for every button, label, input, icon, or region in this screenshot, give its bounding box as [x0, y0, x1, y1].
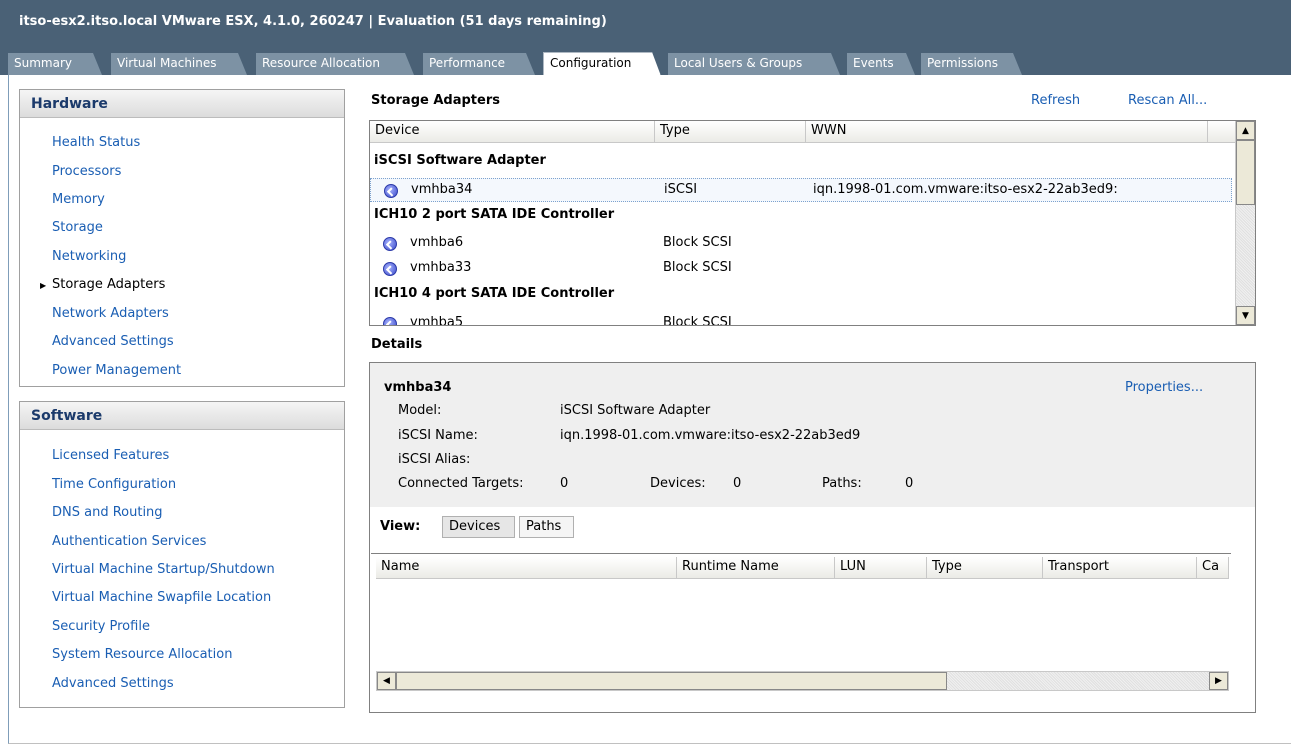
- nav-software-advanced-settings[interactable]: Advanced Settings: [52, 676, 174, 691]
- view-paths-button[interactable]: Paths: [519, 516, 574, 538]
- adapter-wwn: iqn.1998-01.com.vmware:itso-esx2-22ab3ed…: [813, 182, 1118, 197]
- adapter-row-vmhba33[interactable]: vmhba33 Block SCSI: [370, 257, 1232, 281]
- col-type[interactable]: Type: [655, 121, 806, 143]
- devices-horizontal-scrollbar[interactable]: ◀ ▶: [376, 671, 1229, 691]
- hardware-header: Hardware: [20, 90, 344, 118]
- adapter-type: Block SCSI: [663, 315, 732, 326]
- nav-health-status[interactable]: Health Status: [52, 135, 140, 150]
- col-lun[interactable]: LUN: [835, 557, 927, 579]
- scroll-up-icon[interactable]: ▲: [1236, 121, 1255, 140]
- tab-performance[interactable]: Performance: [423, 53, 535, 75]
- col-device[interactable]: Device: [370, 121, 655, 143]
- window-title: itso-esx2.itso.local VMware ESX, 4.1.0, …: [19, 14, 607, 29]
- scroll-thumb[interactable]: [1236, 140, 1255, 205]
- nav-time-configuration[interactable]: Time Configuration: [52, 477, 176, 492]
- adapter-device: vmhba5: [410, 315, 464, 326]
- view-label: View:: [380, 519, 421, 534]
- nav-advanced-settings[interactable]: Advanced Settings: [52, 334, 174, 349]
- connected-targets-label: Connected Targets:: [398, 476, 524, 491]
- storage-adapters-list: Device Type WWN iSCSI Software Adapter v…: [369, 120, 1256, 326]
- nav-network-adapters[interactable]: Network Adapters: [52, 306, 169, 321]
- tab-local-users-groups[interactable]: Local Users & Groups: [668, 53, 840, 75]
- iscsi-alias-label: iSCSI Alias:: [398, 452, 471, 467]
- col-wwn[interactable]: WWN: [806, 121, 1208, 143]
- devices-value: 0: [733, 476, 742, 491]
- nav-licensed-features[interactable]: Licensed Features: [52, 448, 169, 463]
- storage-adapter-icon: [383, 262, 397, 276]
- nav-dns-routing[interactable]: DNS and Routing: [52, 505, 163, 520]
- refresh-link[interactable]: Refresh: [1031, 93, 1080, 108]
- col-transport[interactable]: Transport: [1043, 557, 1197, 579]
- nav-storage[interactable]: Storage: [52, 220, 103, 235]
- rescan-all-link[interactable]: Rescan All...: [1128, 93, 1207, 108]
- connected-targets-value: 0: [560, 476, 569, 491]
- tab-permissions[interactable]: Permissions: [921, 53, 1022, 75]
- storage-adapter-icon: [383, 237, 397, 251]
- iscsi-name-value: iqn.1998-01.com.vmware:itso-esx2-22ab3ed…: [560, 428, 861, 443]
- col-name[interactable]: Name: [376, 557, 677, 579]
- adapter-type: iSCSI: [664, 182, 698, 197]
- adapter-device: vmhba33: [410, 260, 472, 275]
- storage-adapter-icon: [383, 317, 397, 325]
- model-value: iSCSI Software Adapter: [560, 403, 711, 418]
- hscroll-thumb[interactable]: [396, 672, 947, 690]
- adapter-device: vmhba6: [410, 235, 464, 250]
- col-runtime-name[interactable]: Runtime Name: [677, 557, 835, 579]
- tab-configuration[interactable]: Configuration: [543, 52, 661, 76]
- nav-vm-swapfile-location[interactable]: Virtual Machine Swapfile Location: [52, 590, 271, 605]
- nav-processors[interactable]: Processors: [52, 164, 121, 179]
- col-capacity[interactable]: Ca: [1197, 557, 1229, 579]
- paths-label: Paths:: [822, 476, 862, 491]
- adapter-row-vmhba5[interactable]: vmhba5 Block SCSI: [370, 312, 1232, 326]
- title-bar: itso-esx2.itso.local VMware ESX, 4.1.0, …: [0, 0, 1291, 48]
- group-ich10-4-port: ICH10 4 port SATA IDE Controller: [374, 286, 615, 301]
- adapters-vertical-scrollbar[interactable]: ▲ ▼: [1235, 121, 1255, 325]
- selected-arrow-icon: ▶: [40, 281, 47, 290]
- nav-memory[interactable]: Memory: [52, 192, 105, 207]
- group-ich10-2-port: ICH10 2 port SATA IDE Controller: [374, 207, 615, 222]
- adapter-device: vmhba34: [411, 182, 473, 197]
- view-devices-button[interactable]: Devices: [442, 516, 515, 538]
- properties-link[interactable]: Properties...: [1125, 380, 1203, 395]
- nav-storage-adapters[interactable]: Storage Adapters: [52, 277, 165, 292]
- details-title: Details: [371, 337, 423, 352]
- details-adapter-name: vmhba34: [384, 380, 452, 395]
- storage-adapters-title: Storage Adapters: [371, 93, 500, 108]
- paths-value: 0: [905, 476, 914, 491]
- col-extra: [1208, 121, 1236, 143]
- adapter-type: Block SCSI: [663, 260, 732, 275]
- tab-events[interactable]: Events: [847, 53, 915, 75]
- nav-system-resource-allocation[interactable]: System Resource Allocation: [52, 647, 232, 662]
- software-header: Software: [20, 402, 344, 430]
- devices-label: Devices:: [650, 476, 706, 491]
- iscsi-name-label: iSCSI Name:: [398, 428, 478, 443]
- model-label: Model:: [398, 403, 442, 418]
- nav-security-profile[interactable]: Security Profile: [52, 619, 150, 634]
- tab-bar: Summary Virtual Machines Resource Alloca…: [0, 48, 1291, 75]
- nav-authentication-services[interactable]: Authentication Services: [52, 534, 206, 549]
- scroll-left-icon[interactable]: ◀: [377, 672, 396, 690]
- group-iscsi-software-adapter: iSCSI Software Adapter: [374, 153, 546, 168]
- tab-resource-allocation[interactable]: Resource Allocation: [256, 53, 414, 75]
- scroll-down-icon[interactable]: ▼: [1236, 306, 1255, 325]
- tab-virtual-machines[interactable]: Virtual Machines: [111, 53, 247, 75]
- adapter-type: Block SCSI: [663, 235, 732, 250]
- tab-summary[interactable]: Summary: [8, 53, 102, 75]
- scroll-right-icon[interactable]: ▶: [1209, 672, 1228, 690]
- nav-vm-startup-shutdown[interactable]: Virtual Machine Startup/Shutdown: [52, 562, 275, 577]
- storage-adapter-icon: [384, 184, 398, 198]
- nav-power-management[interactable]: Power Management: [52, 363, 181, 378]
- col-type[interactable]: Type: [927, 557, 1043, 579]
- nav-networking[interactable]: Networking: [52, 249, 126, 264]
- adapter-row-vmhba34[interactable]: vmhba34 iSCSI iqn.1998-01.com.vmware:its…: [370, 178, 1232, 202]
- adapter-row-vmhba6[interactable]: vmhba6 Block SCSI: [370, 232, 1232, 256]
